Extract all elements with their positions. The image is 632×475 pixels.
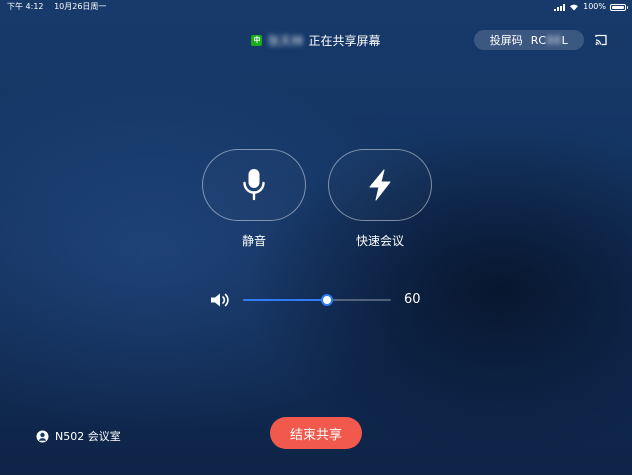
wechat-badge-icon: 中 <box>251 34 263 46</box>
status-right: 100% <box>554 0 628 14</box>
volume-thumb[interactable] <box>321 294 334 306</box>
wifi-icon <box>570 4 579 11</box>
volume-fill <box>243 299 328 301</box>
signal-icon <box>554 3 566 11</box>
screen-cast-icon[interactable] <box>594 33 608 47</box>
microphone-icon <box>243 169 265 201</box>
cast-code-suffix: L <box>561 33 569 47</box>
room-name: N502 会议室 <box>55 430 121 443</box>
cast-code-pill[interactable]: 投屏码 RC 88 L <box>474 30 584 50</box>
cast-code-value: RC 88 L <box>531 34 568 47</box>
lightning-icon <box>369 169 391 201</box>
mute-button[interactable] <box>202 149 306 221</box>
cast-code-hidden: 88 <box>546 33 562 47</box>
status-date: 10月26日周一 <box>54 2 107 11</box>
speaker-icon[interactable] <box>210 292 232 308</box>
battery-icon <box>610 3 628 11</box>
share-status-text: 正在共享屏幕 <box>308 33 381 48</box>
quick-meeting-label: 快速会议 <box>355 234 404 248</box>
volume-slider[interactable] <box>243 294 391 306</box>
status-time: 下午 4:12 <box>7 2 44 11</box>
quick-meeting-button[interactable] <box>328 149 432 221</box>
room-info: N502 会议室 <box>36 428 121 444</box>
end-share-button[interactable]: 结束共享 <box>270 417 362 449</box>
person-icon <box>36 430 49 442</box>
battery-percent: 100% <box>583 2 606 11</box>
status-left: 下午 4:12 10月26日周一 <box>7 0 114 14</box>
mute-label: 静音 <box>241 234 266 248</box>
cast-code-prefix: RC <box>530 33 547 47</box>
status-bar: 下午 4:12 10月26日周一 100% <box>0 0 632 14</box>
sharer-name: 张天林 <box>267 33 304 48</box>
volume-value: 60 <box>404 292 421 307</box>
cast-code-label: 投屏码 <box>489 34 523 47</box>
